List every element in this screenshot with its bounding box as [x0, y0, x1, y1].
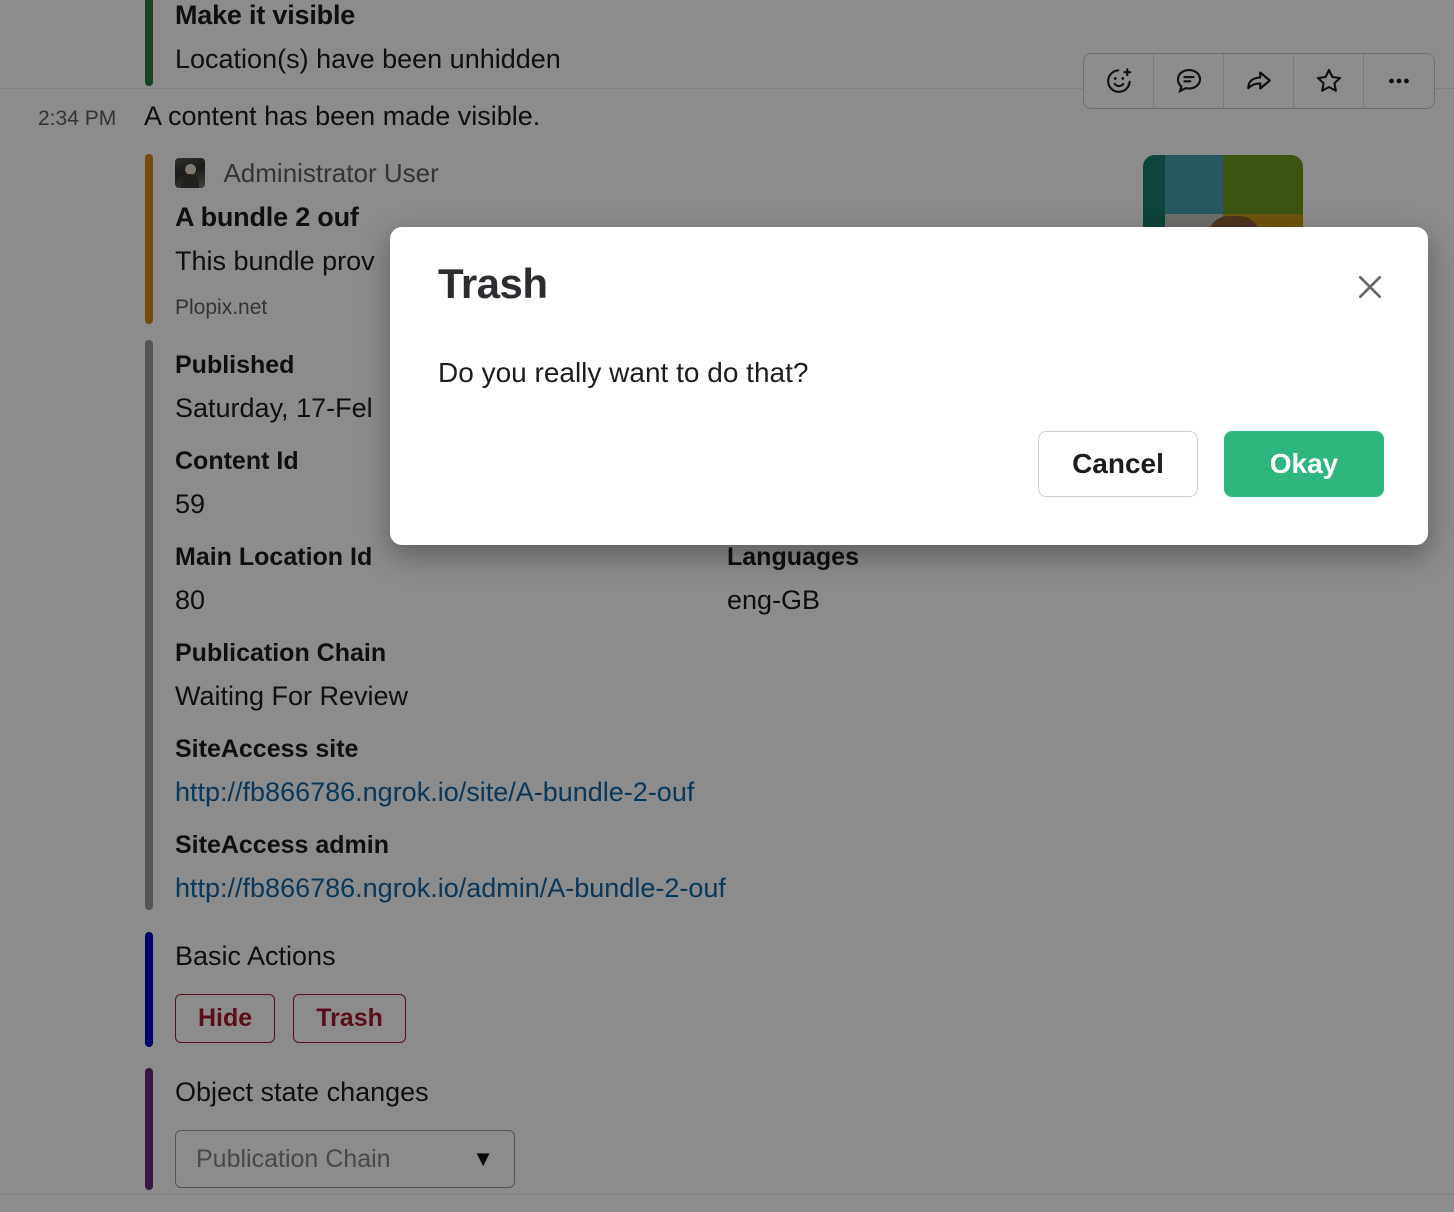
dialog-body-text: Do you really want to do that?	[438, 357, 809, 388]
close-icon[interactable]	[1352, 269, 1388, 305]
dialog-title: Trash	[438, 260, 548, 307]
dialog-actions: Cancel Okay	[1038, 431, 1384, 497]
cancel-button[interactable]: Cancel	[1038, 431, 1198, 497]
trash-confirm-dialog: Trash Do you really want to do that? Can…	[390, 227, 1428, 545]
modal-scrim[interactable]	[0, 0, 1454, 1212]
app-root: Make it visible Location(s) have been un…	[0, 0, 1454, 1212]
okay-button[interactable]: Okay	[1224, 431, 1384, 497]
